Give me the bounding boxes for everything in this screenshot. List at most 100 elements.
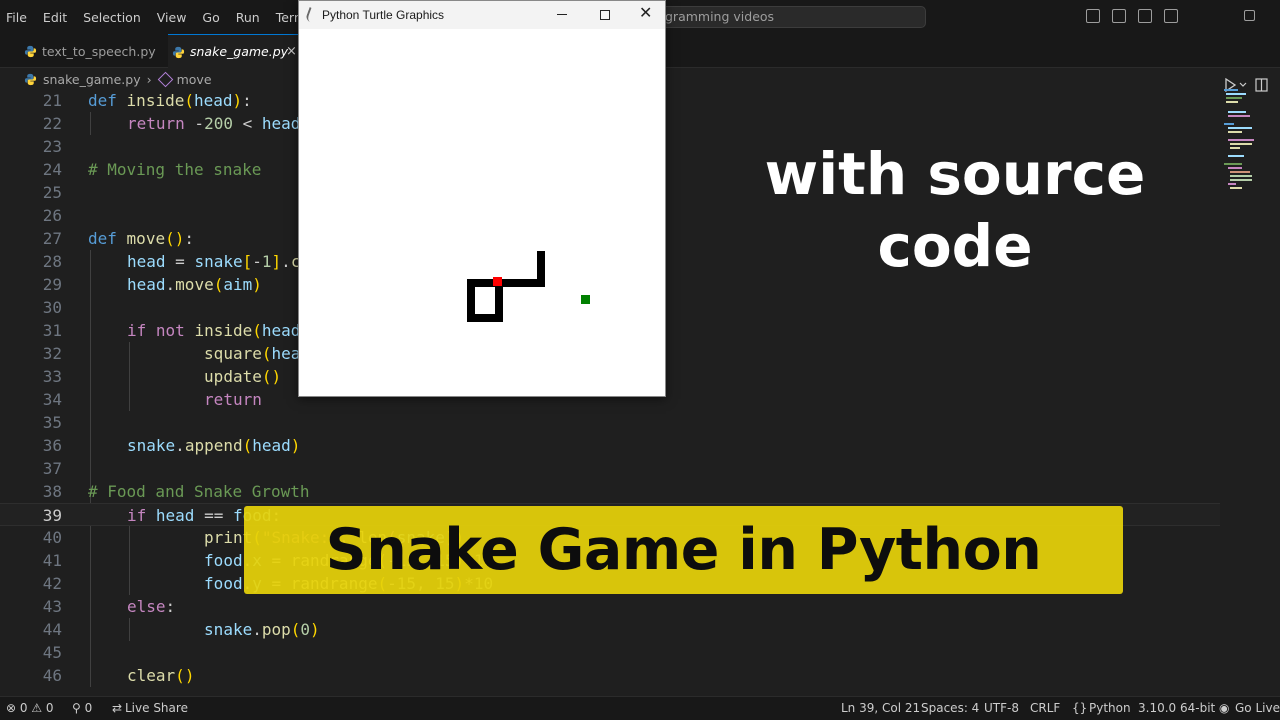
minimap[interactable]	[1220, 89, 1266, 209]
turtle-canvas[interactable]	[301, 32, 663, 395]
restore-window-icon[interactable]	[1244, 10, 1255, 21]
toggle-secondary-sidebar-icon[interactable]	[1138, 9, 1152, 23]
line-number: 38	[42, 482, 62, 501]
line-number: 29	[42, 275, 62, 294]
minimap-line	[1230, 171, 1250, 173]
code-text: else:	[127, 597, 176, 616]
code-line[interactable]: 36 snake.append(head)	[0, 434, 1220, 457]
minimap-line	[1224, 89, 1238, 91]
code-text: snake.pop(0)	[204, 620, 320, 639]
menu-bar: File Edit Selection View Go Run Termina	[6, 0, 341, 34]
line-number: 45	[42, 643, 62, 662]
menu-go[interactable]: Go	[202, 10, 219, 25]
minimize-icon[interactable]	[557, 14, 567, 15]
line-number: 24	[42, 160, 62, 179]
cursor-position[interactable]: Ln 39, Col 21	[841, 701, 920, 715]
minimap-line	[1228, 111, 1246, 113]
line-number: 27	[42, 229, 62, 248]
minimap-line	[1228, 139, 1254, 141]
line-number: 25	[42, 183, 62, 202]
line-number: 44	[42, 620, 62, 639]
live-share-button[interactable]: Live Share	[125, 701, 188, 715]
code-line[interactable]: 46 clear()	[0, 664, 1220, 687]
menu-edit[interactable]: Edit	[43, 10, 67, 25]
turtle-graphics-window[interactable]: Python Turtle Graphics ✕	[298, 0, 666, 397]
line-number: 34	[42, 390, 62, 409]
ports-status[interactable]: ⚲ 0	[72, 701, 92, 715]
code-line[interactable]: 38 # Food and Snake Growth	[0, 480, 1220, 503]
minimap-line	[1226, 101, 1238, 103]
turtle-window-title: Python Turtle Graphics	[322, 8, 445, 22]
line-number: 26	[42, 206, 62, 225]
code-text: head.move(aim)	[127, 275, 262, 294]
snake-head	[493, 277, 502, 286]
line-number: 43	[42, 597, 62, 616]
tab-snake-game[interactable]: snake_game.py ×	[168, 34, 302, 68]
status-bar: ⊗ 0 ⚠ 0 ⚲ 0 ⇄ Live Share Ln 39, Col 21 S…	[0, 696, 1280, 720]
tab-label: text_to_speech.py	[42, 43, 156, 59]
minimap-line	[1228, 183, 1236, 185]
line-number: 35	[42, 413, 62, 432]
menu-selection[interactable]: Selection	[83, 10, 141, 25]
code-line[interactable]: 44 snake.pop(0)	[0, 618, 1220, 641]
customize-layout-icon[interactable]	[1164, 9, 1178, 23]
snake-body	[467, 251, 545, 322]
command-center-search[interactable]: gramming videos	[650, 6, 926, 28]
promo-line-1: with source	[764, 140, 1146, 208]
banner-title: Snake Game in Python	[325, 517, 1042, 583]
toggle-primary-sidebar-icon[interactable]	[1086, 9, 1100, 23]
maximize-icon[interactable]	[600, 10, 610, 20]
problems-status[interactable]: ⊗ 0 ⚠ 0	[6, 701, 54, 715]
line-number: 32	[42, 344, 62, 363]
toggle-panel-icon[interactable]	[1112, 9, 1126, 23]
line-number: 46	[42, 666, 62, 685]
line-number: 39	[42, 506, 62, 525]
line-number: 40	[42, 528, 62, 547]
broadcast-icon: ◉	[1219, 701, 1230, 715]
braces-icon: {}	[1072, 701, 1088, 715]
minimap-line	[1228, 167, 1242, 169]
code-text: clear()	[127, 666, 195, 685]
line-number: 41	[42, 551, 62, 570]
interpreter-version[interactable]: 3.10.0 64-bit	[1138, 701, 1215, 715]
line-number: 30	[42, 298, 62, 317]
encoding-status[interactable]: UTF-8	[984, 701, 1019, 715]
minimap-line	[1226, 97, 1242, 99]
code-line[interactable]: 45	[0, 641, 1220, 664]
code-line[interactable]: 37	[0, 457, 1220, 480]
code-line[interactable]: 43 else:	[0, 595, 1220, 618]
eol-status[interactable]: CRLF	[1030, 701, 1060, 715]
line-number: 31	[42, 321, 62, 340]
minimap-line	[1224, 123, 1234, 125]
minimap-line	[1228, 127, 1252, 129]
go-live-button[interactable]: Go Live	[1235, 701, 1280, 715]
language-mode[interactable]: Python	[1089, 701, 1131, 715]
minimap-line	[1230, 147, 1240, 149]
minimap-line	[1224, 163, 1242, 165]
tab-text-to-speech[interactable]: text_to_speech.py	[20, 34, 168, 68]
code-line[interactable]: 35	[0, 411, 1220, 434]
code-text: snake.append(head)	[127, 436, 301, 455]
breadcrumb-file[interactable]: snake_game.py	[43, 72, 141, 87]
indentation-status[interactable]: Spaces: 4	[921, 701, 979, 715]
code-text: # Food and Snake Growth	[88, 482, 310, 501]
code-text: # Moving the snake	[88, 160, 262, 179]
method-symbol-icon	[157, 71, 173, 87]
menu-run[interactable]: Run	[236, 10, 260, 25]
tab-close-icon[interactable]: ×	[286, 44, 297, 59]
minimap-line	[1228, 131, 1242, 133]
menu-view[interactable]: View	[157, 10, 187, 25]
tab-label: snake_game.py	[190, 44, 289, 59]
live-share-icon[interactable]: ⇄	[112, 701, 122, 715]
python-file-icon	[24, 45, 37, 58]
minimap-line	[1230, 179, 1252, 181]
breadcrumb-symbol[interactable]: move	[177, 72, 212, 87]
line-number: 22	[42, 114, 62, 133]
code-text: return	[204, 390, 262, 409]
menu-file[interactable]: File	[6, 10, 27, 25]
breadcrumb: snake_game.py › move	[24, 69, 212, 89]
line-number: 23	[42, 137, 62, 156]
code-text: def inside(head):	[88, 91, 252, 110]
close-icon[interactable]: ✕	[639, 6, 652, 22]
layout-controls	[1086, 9, 1190, 23]
